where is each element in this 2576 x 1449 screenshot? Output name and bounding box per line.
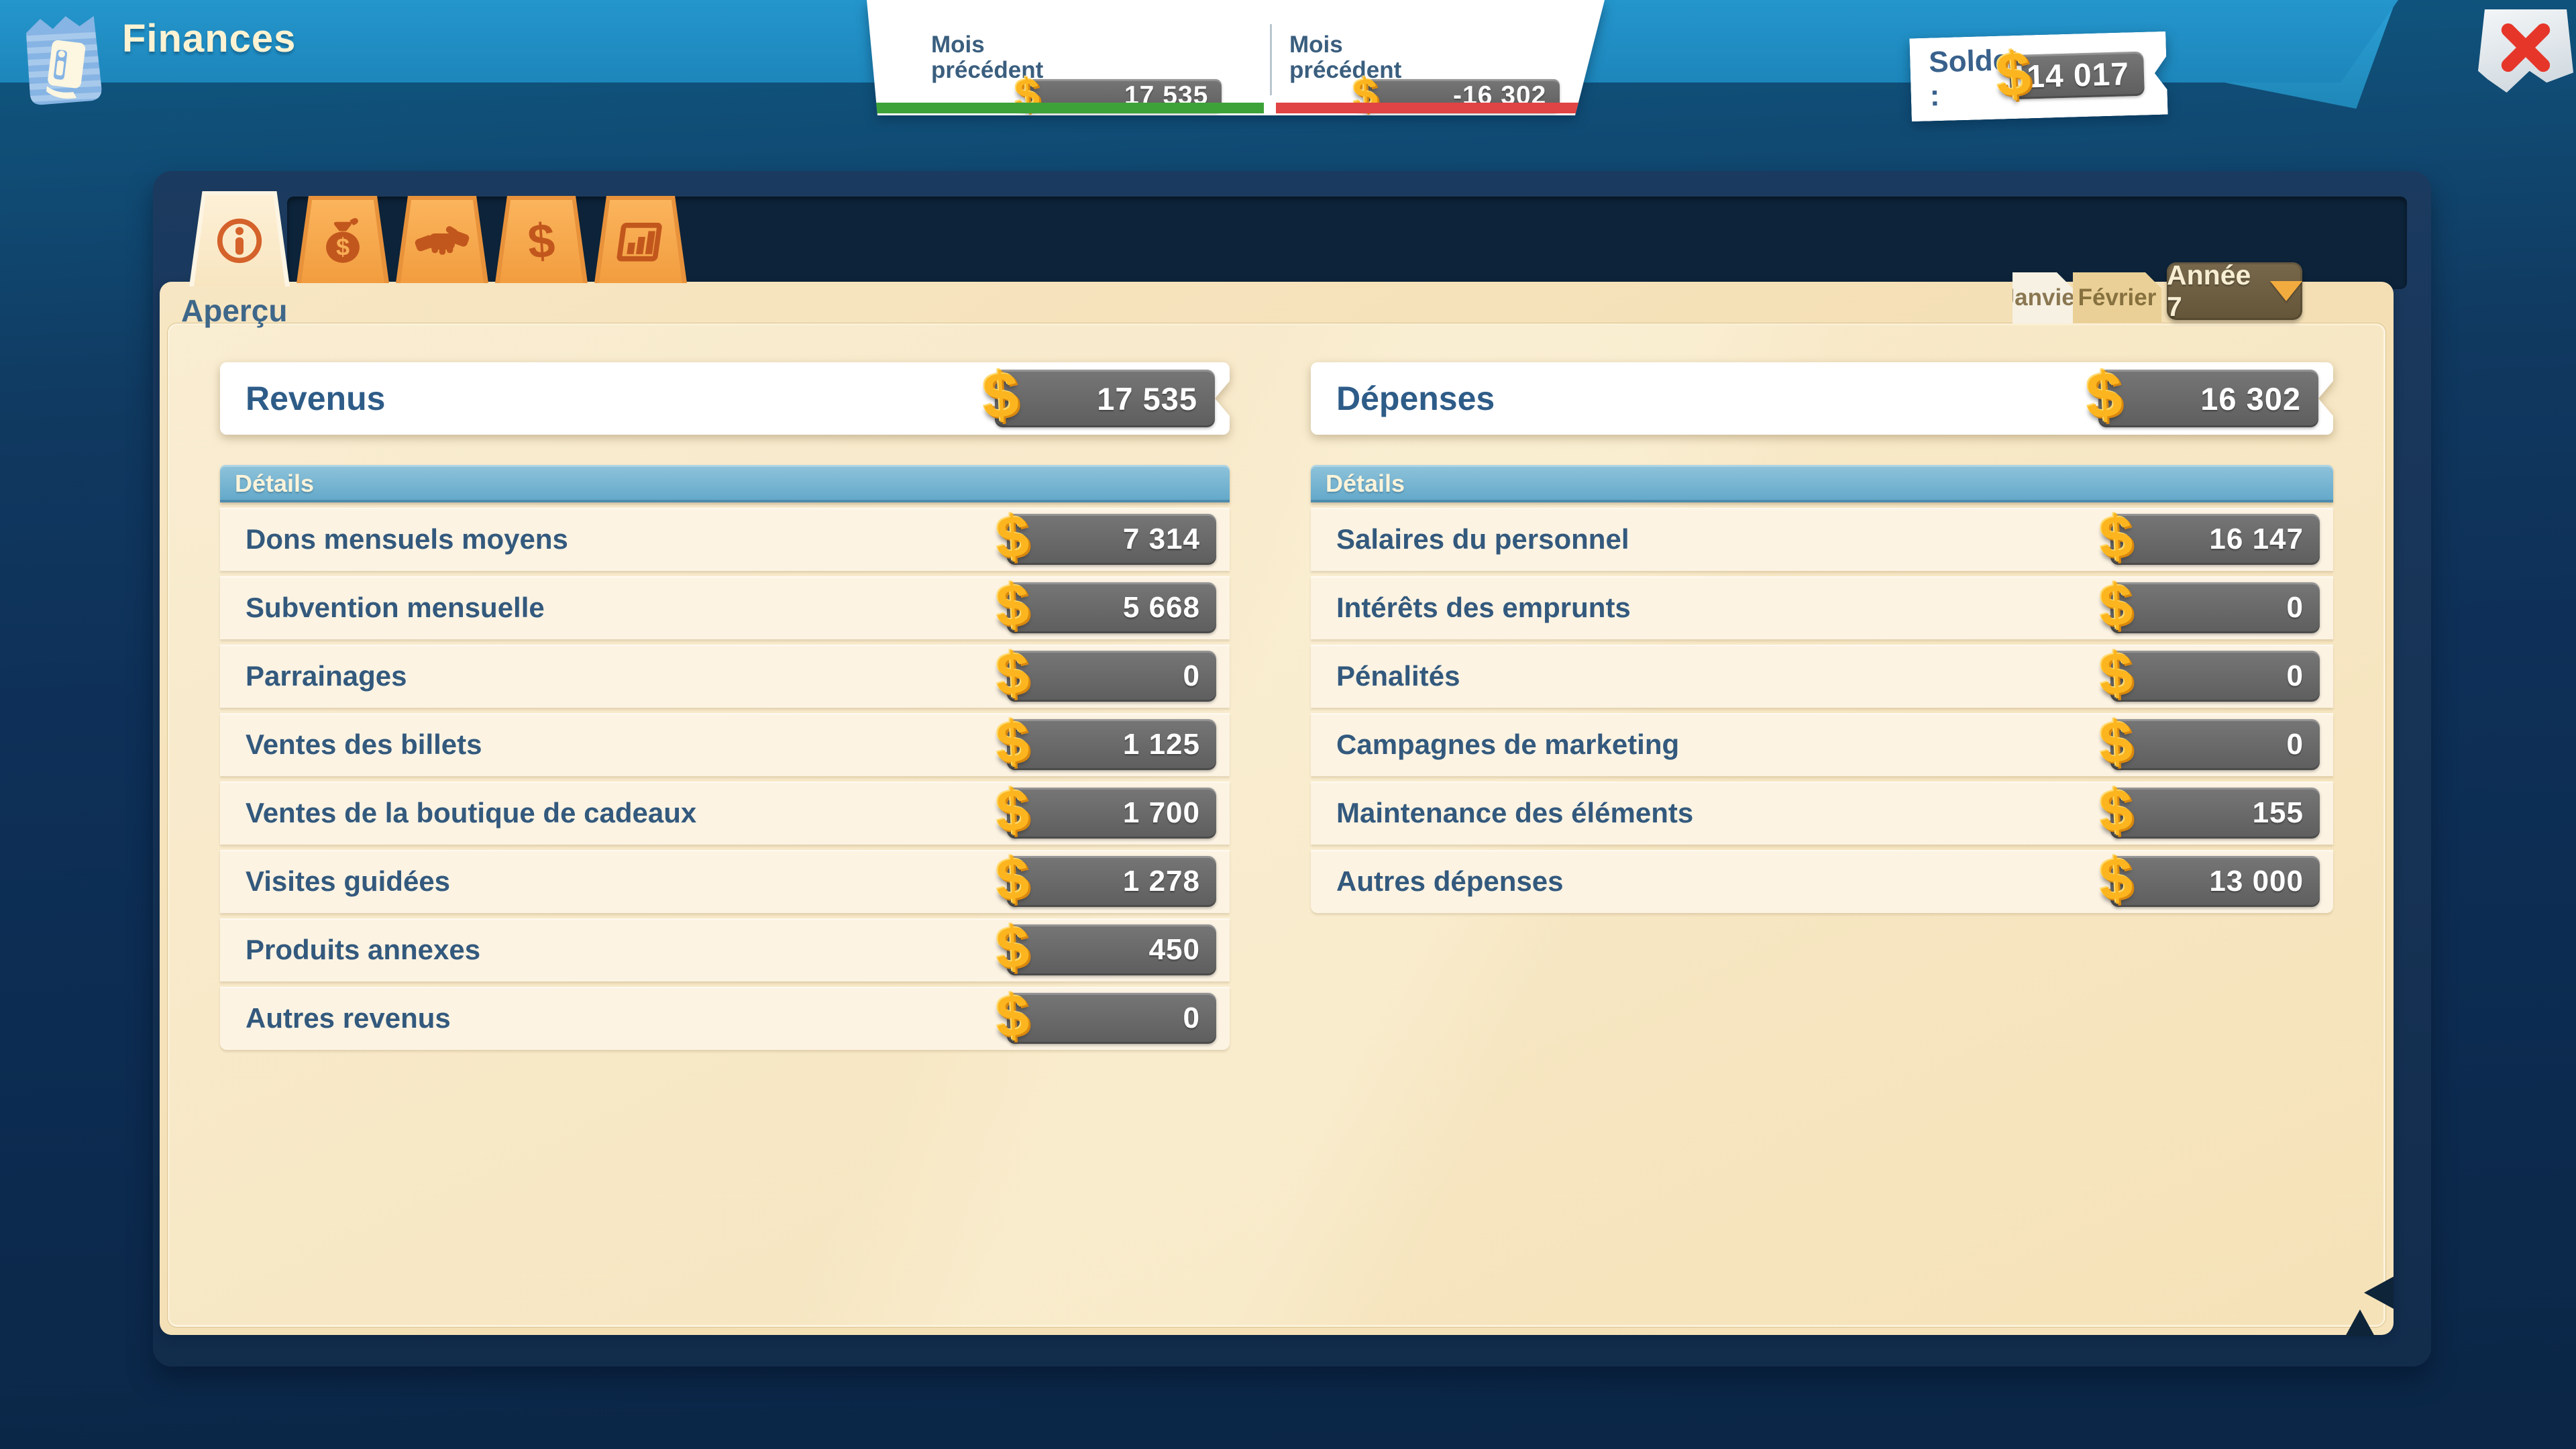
dollar-icon: $ [2098,780,2134,842]
close-icon [2497,19,2555,76]
table-row: Campagnes de marketing $0 [1311,713,2333,776]
handshake-icon [413,213,471,270]
revenus-title: Revenus [220,379,385,418]
year-dropdown[interactable]: Année 7 [2167,262,2302,320]
table-row: Salaires du personnel $16 147 [1311,508,2333,571]
tab-finances[interactable]: $ [495,196,588,283]
depenses-rows: Salaires du personnel $16 147 Intérêts d… [1311,508,2333,913]
tab-statistiques[interactable] [594,196,687,283]
overview-panel: Aperçu Janvier Février Année 7 Revenus $… [160,282,2394,1335]
page-title: Finances [122,16,296,61]
tab-apercu[interactable] [189,191,290,286]
prev-month-expense-label: Mois précédent [1289,32,1401,84]
dollar-icon: $ [995,506,1030,568]
depenses-details-header: Détails [1311,465,2333,502]
balance-value: $ 114 017 [2009,52,2145,100]
close-button[interactable] [2478,9,2573,93]
dollar-icon: $ [1994,42,2033,108]
depenses-title: Dépenses [1311,379,1495,418]
table-row: Produits annexes $450 [220,918,1230,981]
income-trend-bar [872,103,1264,113]
revenus-total: $ 17 535 [995,370,1215,427]
finances-book-icon [15,5,121,111]
prev-month-income-section: Mois précédent $ 17 535 [867,0,1269,115]
frame-notch-bottom [2345,1309,2375,1336]
dollar-icon: $ [995,848,1030,910]
table-row: Ventes des billets $1 125 [220,713,1230,776]
tab-contrats[interactable] [396,196,488,283]
dollar-icon: $ [995,916,1030,979]
dollar-icon: $ [995,780,1030,842]
table-row: Maintenance des éléments $155 [1311,782,2333,845]
revenus-rows: Dons mensuels moyens $7 314 Subvention m… [220,508,1230,1050]
table-row: Dons mensuels moyens $7 314 [220,508,1230,571]
balance-banner: Solde : $ 114 017 [1911,35,2167,118]
frame-notch-right [2364,1277,2394,1309]
tab-dons[interactable]: $ [297,196,389,283]
revenus-details-header: Détails [220,465,1230,502]
dollar-icon: $ [2085,362,2124,430]
month-tab-janvier[interactable]: Janvier [2012,272,2073,323]
revenus-column: Revenus $ 17 535 Détails Dons mensuels m… [220,362,1230,1050]
bar-chart-icon [612,213,669,270]
expense-trend-bar [1276,103,1595,113]
depenses-total: $ 16 302 [2098,370,2318,427]
info-icon [211,212,268,270]
revenus-header-card: Revenus $ 17 535 [220,362,1230,435]
dollar-icon: $ [995,711,1030,773]
dollar-icon: $ [995,574,1030,637]
table-row: Visites guidées $1 278 [220,850,1230,913]
dollar-icon: $ [995,643,1030,705]
depenses-header-card: Dépenses $ 16 302 [1311,362,2333,435]
dollar-icon: $ [981,362,1020,430]
depenses-column: Dépenses $ 16 302 Détails Salaires du pe… [1311,362,2333,1050]
table-row: Parrainages $0 [220,645,1230,708]
panel-inner: Revenus $ 17 535 Détails Dons mensuels m… [168,323,2385,1327]
table-row: Ventes de la boutique de cadeaux $1 700 [220,782,1230,845]
table-row: Autres dépenses $13 000 [1311,850,2333,913]
table-row: Intérêts des emprunts $0 [1311,576,2333,639]
table-row: Autres revenus $0 [220,987,1230,1050]
dollar-icon: $ [2098,711,2134,773]
previous-month-banner: Mois précédent $ 17 535 Mois précédent $… [867,0,1605,115]
panel-title: Aperçu [181,292,287,329]
tab-bar: $ [189,196,687,286]
dollar-icon: $ [2098,506,2134,568]
month-tab-fevrier[interactable]: Février [2073,272,2161,323]
table-row: Pénalités $0 [1311,645,2333,708]
dollar-icon: $ [995,985,1030,1047]
money-bag-icon: $ [314,213,372,270]
table-row: Subvention mensuelle $5 668 [220,576,1230,639]
svg-text:$: $ [526,214,557,270]
chevron-down-icon [2270,281,2302,301]
dollar-icon: $ [2098,574,2134,637]
svg-text:$: $ [336,233,350,261]
prev-month-expense-section: Mois précédent $ -16 302 [1269,0,1605,115]
finance-screen: Finances Mois précédent $ 17 535 Mois pr… [0,0,2576,1449]
dollar-icon: $ [2098,848,2134,910]
dollar-icon: $ [2098,643,2134,705]
dollar-icon: $ [513,213,570,270]
